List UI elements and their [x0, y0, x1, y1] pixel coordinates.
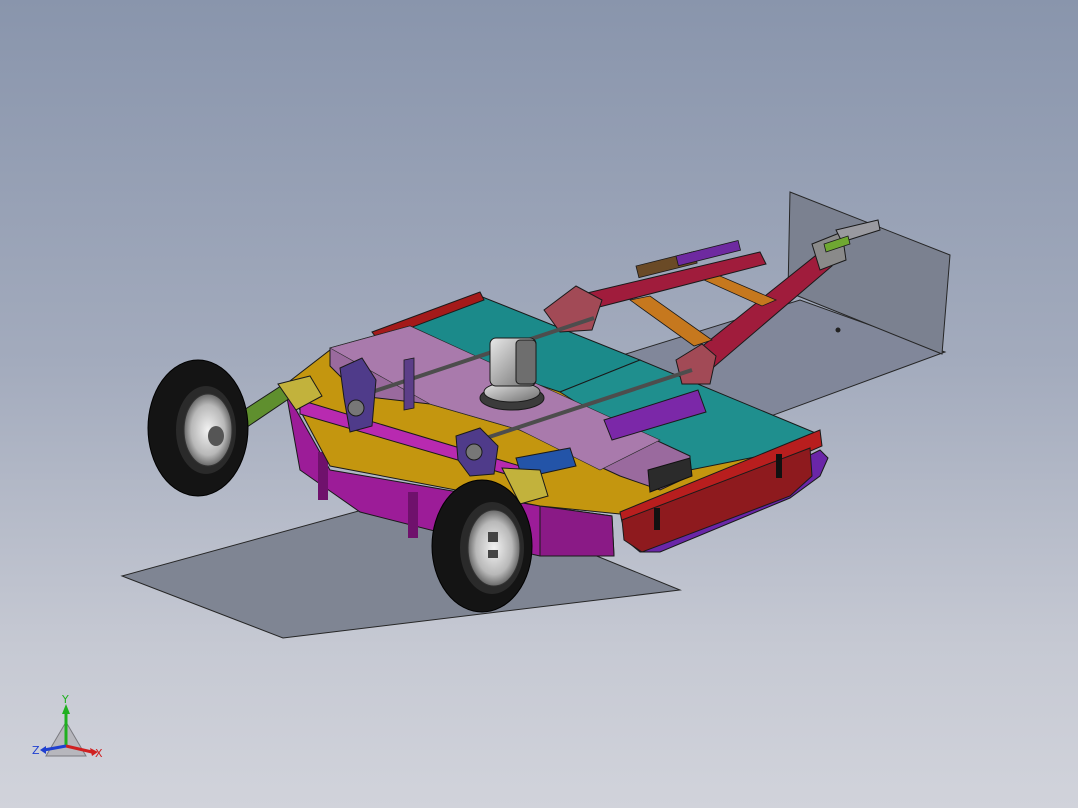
- guard-slot: [776, 454, 782, 478]
- deck-skirt-mid[interactable]: [539, 505, 615, 557]
- upright-left[interactable]: [403, 357, 415, 411]
- hub-bolt: [488, 532, 498, 542]
- guard-slot: [654, 508, 660, 530]
- left-wheel[interactable]: [147, 359, 249, 497]
- gearbox-side: [515, 339, 537, 385]
- model-scene[interactable]: [0, 0, 1078, 808]
- x-axis-label: X: [95, 747, 103, 760]
- y-axis-label: Y: [62, 693, 69, 706]
- z-axis-head: [40, 746, 46, 754]
- axis-triad: [40, 704, 98, 757]
- plate-hole: [835, 327, 841, 333]
- hub-bolt: [488, 550, 498, 558]
- pivot-pin: [465, 443, 483, 461]
- right-wheel-hub: [467, 509, 521, 587]
- z-axis-label: Z: [32, 744, 40, 757]
- frame-crossmember[interactable]: [702, 275, 778, 307]
- right-wheel[interactable]: [431, 479, 533, 613]
- skirt-bracket: [408, 492, 418, 538]
- left-wheel-hub: [183, 393, 233, 467]
- graphics-viewport[interactable]: Y X Z: [0, 0, 1078, 808]
- pivot-pin: [347, 399, 365, 417]
- frame-crossmember[interactable]: [629, 295, 713, 347]
